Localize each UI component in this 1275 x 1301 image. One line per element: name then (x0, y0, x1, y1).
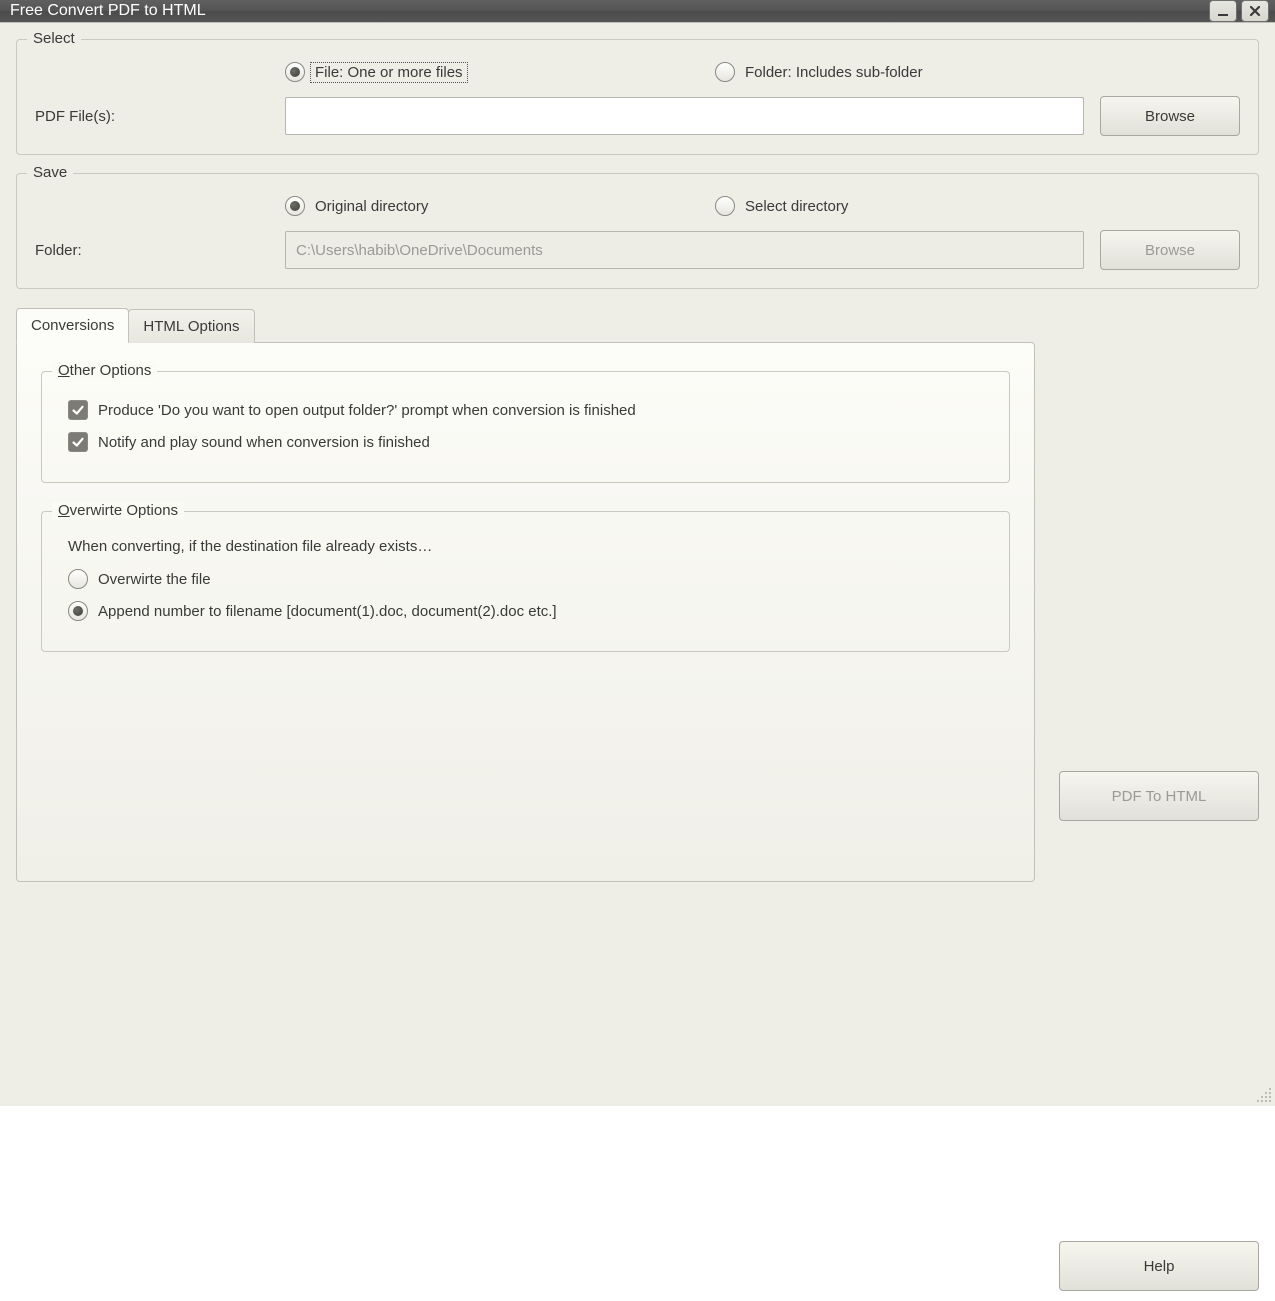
select-legend: Select (27, 30, 81, 47)
radio-file-mode[interactable]: File: One or more files (285, 62, 715, 82)
check-open-folder-label: Produce 'Do you want to open output fold… (98, 402, 636, 419)
radio-select-dir[interactable]: Select directory (715, 196, 1145, 216)
tab-conversions[interactable]: Conversions (16, 308, 129, 343)
folder-input (285, 231, 1084, 269)
checkmark-icon (68, 400, 88, 420)
help-button[interactable]: Help (1059, 1241, 1259, 1291)
pdf-files-label: PDF File(s): (35, 108, 285, 125)
radio-icon (285, 62, 305, 82)
check-notify-sound[interactable]: Notify and play sound when conversion is… (68, 432, 991, 452)
radio-icon (68, 569, 88, 589)
client-area: Select File: One or more files Folder: I… (0, 22, 1275, 1301)
radio-append-label: Append number to filename [document(1).d… (98, 603, 557, 620)
pdf-files-input[interactable] (285, 97, 1084, 135)
overwrite-description: When converting, if the destination file… (68, 538, 991, 555)
save-legend: Save (27, 164, 73, 181)
side-column: PDF To HTML Help (1059, 307, 1259, 1291)
other-options-group: Other Options Produce 'Do you want to op… (41, 371, 1010, 483)
browse-files-button[interactable]: Browse (1100, 96, 1240, 136)
tabstrip: Conversions HTML Options (16, 307, 1035, 342)
overwrite-options-group: Overwirte Options When converting, if th… (41, 511, 1010, 652)
browse-folder-button: Browse (1100, 230, 1240, 270)
select-group: Select File: One or more files Folder: I… (16, 39, 1259, 155)
folder-label: Folder: (35, 242, 285, 259)
radio-select-label: Select directory (745, 198, 848, 215)
radio-icon (715, 62, 735, 82)
minimize-icon (1216, 4, 1230, 18)
radio-icon (285, 196, 305, 216)
checkmark-icon (68, 432, 88, 452)
radio-original-dir[interactable]: Original directory (285, 196, 715, 216)
radio-append-number[interactable]: Append number to filename [document(1).d… (68, 601, 991, 621)
tabs: Conversions HTML Options Other Options P… (16, 307, 1035, 882)
window-title: Free Convert PDF to HTML (10, 2, 1205, 20)
close-icon (1248, 4, 1262, 18)
radio-overwrite-file[interactable]: Overwirte the file (68, 569, 991, 589)
lower-area: Conversions HTML Options Other Options P… (16, 307, 1259, 1291)
app-window: Free Convert PDF to HTML Select File: On… (0, 0, 1275, 1106)
radio-icon (68, 601, 88, 621)
radio-file-label: File: One or more files (310, 62, 468, 83)
other-options-legend: Other Options (52, 362, 157, 379)
resize-grip-icon[interactable] (1255, 1086, 1273, 1104)
save-group: Save Original directory Select directory… (16, 173, 1259, 289)
title-bar: Free Convert PDF to HTML (0, 0, 1275, 22)
radio-icon (715, 196, 735, 216)
pdf-to-html-button: PDF To HTML (1059, 771, 1259, 821)
close-button[interactable] (1241, 0, 1269, 22)
radio-folder-mode[interactable]: Folder: Includes sub-folder (715, 62, 1145, 82)
radio-original-label: Original directory (315, 198, 428, 215)
check-open-folder-prompt[interactable]: Produce 'Do you want to open output fold… (68, 400, 991, 420)
overwrite-options-legend: Overwirte Options (52, 502, 184, 519)
check-notify-label: Notify and play sound when conversion is… (98, 434, 430, 451)
tab-html-options[interactable]: HTML Options (128, 309, 254, 343)
tab-body-conversions: Other Options Produce 'Do you want to op… (16, 342, 1035, 882)
minimize-button[interactable] (1209, 0, 1237, 22)
radio-folder-label: Folder: Includes sub-folder (745, 64, 923, 81)
radio-overwrite-label: Overwirte the file (98, 571, 211, 588)
